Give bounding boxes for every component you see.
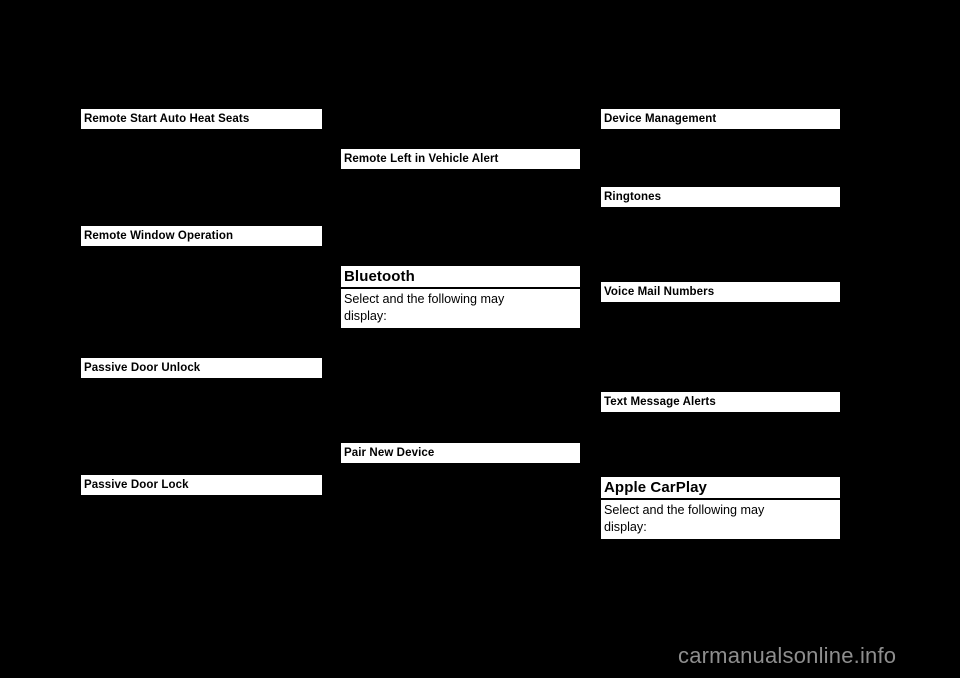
body-line: Select and the following may: [344, 292, 505, 306]
heading-remote-left-in-vehicle-alert: Remote Left in Vehicle Alert: [341, 149, 580, 169]
heading-remote-window-operation: Remote Window Operation: [81, 226, 322, 246]
heading-passive-door-unlock: Passive Door Unlock: [81, 358, 322, 378]
content-column-1: Remote Start Auto Heat Seats Remote Wind…: [81, 0, 322, 678]
section-title-apple-carplay: Apple CarPlay: [601, 477, 840, 498]
watermark-carmanualsonline: carmanualsonline.info: [678, 643, 897, 668]
heading-passive-door-lock: Passive Door Lock: [81, 475, 322, 495]
heading-remote-start-auto-heat-seats: Remote Start Auto Heat Seats: [81, 109, 322, 129]
body-text-apple-carplay-intro: Select and the following may display:: [601, 500, 840, 539]
content-column-3: Device Management Ringtones Voice Mail N…: [601, 0, 840, 678]
body-line: display:: [604, 520, 647, 534]
heading-text-message-alerts: Text Message Alerts: [601, 392, 840, 412]
heading-device-management: Device Management: [601, 109, 840, 129]
section-title-bluetooth: Bluetooth: [341, 266, 580, 287]
body-text-bluetooth-intro: Select and the following may display:: [341, 289, 580, 328]
document-page: Remote Start Auto Heat Seats Remote Wind…: [0, 0, 960, 678]
body-line: display:: [344, 309, 387, 323]
content-column-2: Remote Left in Vehicle Alert Bluetooth S…: [341, 0, 580, 678]
heading-pair-new-device: Pair New Device: [341, 443, 580, 463]
heading-voice-mail-numbers: Voice Mail Numbers: [601, 282, 840, 302]
heading-ringtones: Ringtones: [601, 187, 840, 207]
body-line: Select and the following may: [604, 503, 765, 517]
